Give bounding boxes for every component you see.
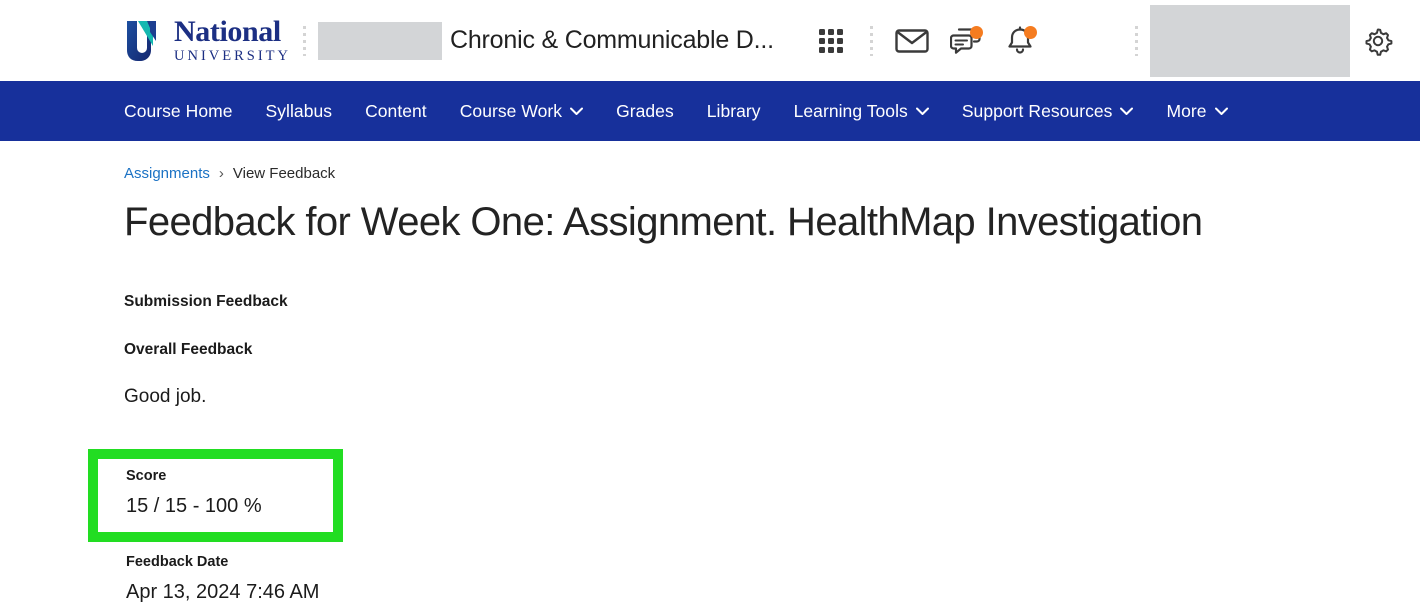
header-divider-1 — [303, 25, 306, 56]
nav-label: Learning Tools — [793, 100, 908, 121]
header-icon-group — [804, 14, 1047, 68]
breadcrumb-current-view-feedback: View Feedback — [232, 165, 336, 182]
redacted-user-profile — [1150, 4, 1350, 77]
nav-label: Library — [706, 100, 761, 121]
gear-icon — [1365, 28, 1393, 56]
page-title: Feedback for Week One: Assignment. Healt… — [124, 200, 1203, 244]
apps-grid-icon[interactable] — [804, 14, 858, 68]
feedback-date-value: Apr 13, 2024 7:46 AM — [126, 581, 320, 603]
feedback-date-label: Feedback Date — [126, 554, 229, 570]
nav-item-course-work[interactable]: Course Work — [459, 100, 584, 122]
nav-item-syllabus[interactable]: Syllabus — [266, 101, 333, 122]
nav-label: Support Resources — [961, 100, 1113, 121]
nav-item-more[interactable]: More — [1166, 100, 1228, 122]
course-title: Chronic & Communicable D... — [450, 26, 774, 54]
nav-label: Course Work — [459, 100, 563, 121]
brand-subtitle: UNIVERSITY — [174, 48, 291, 65]
chevron-down-icon — [915, 107, 929, 115]
nav-label: Content — [365, 100, 427, 121]
score-value: 15 / 15 - 100 % — [126, 495, 262, 517]
overall-feedback-heading: Overall Feedback — [124, 341, 253, 358]
course-navigation-bar: Course Home Syllabus Content Course Work… — [0, 81, 1420, 141]
national-university-n-logo-icon — [127, 20, 156, 61]
nav-item-content[interactable]: Content — [365, 101, 427, 122]
header-divider-3 — [1135, 25, 1138, 56]
bell-notification-icon[interactable] — [993, 14, 1047, 68]
settings-button[interactable] — [1350, 13, 1406, 69]
chevron-down-icon — [570, 107, 584, 115]
header-divider-2 — [869, 25, 873, 56]
score-highlight-box: Score 15 / 15 - 100 % — [88, 449, 343, 542]
score-label: Score — [126, 468, 167, 484]
submission-feedback-heading: Submission Feedback — [124, 293, 288, 310]
breadcrumb-link-assignments[interactable]: Assignments — [124, 165, 210, 182]
nav-label: Syllabus — [265, 100, 333, 121]
nav-item-course-home[interactable]: Course Home — [124, 101, 233, 122]
bell-unread-badge — [1023, 25, 1037, 39]
chevron-down-icon — [1214, 107, 1228, 115]
brand-name: National — [174, 15, 281, 49]
nav-item-library[interactable]: Library — [707, 101, 761, 122]
nav-item-support-resources[interactable]: Support Resources — [962, 101, 1134, 122]
brand-wordmark: National UNIVERSITY — [174, 17, 291, 64]
top-header: National UNIVERSITY Chronic & Communicab… — [0, 0, 1428, 81]
overall-feedback-text: Good job. — [124, 386, 207, 407]
chat-bubbles-icon[interactable] — [939, 14, 993, 68]
chat-unread-badge — [969, 25, 983, 39]
score-block: Score 15 / 15 - 100 % — [98, 459, 333, 518]
main-content: Assignments › View Feedback Feedback for… — [0, 141, 1428, 603]
chevron-down-icon — [1120, 107, 1134, 115]
redacted-course-code — [318, 21, 442, 60]
nav-item-learning-tools[interactable]: Learning Tools — [794, 101, 929, 122]
brand-logo[interactable]: National UNIVERSITY — [124, 17, 291, 64]
nav-label: Course Home — [124, 100, 233, 121]
breadcrumb-separator-icon: › — [218, 165, 224, 182]
nav-label: Grades — [616, 100, 674, 121]
mail-envelope-icon[interactable] — [885, 14, 939, 68]
nav-label: More — [1166, 100, 1207, 121]
nav-item-grades[interactable]: Grades — [616, 101, 674, 122]
feedback-date-block: Feedback Date Apr 13, 2024 7:46 AM — [126, 554, 319, 604]
breadcrumb: Assignments › View Feedback — [124, 165, 1428, 182]
